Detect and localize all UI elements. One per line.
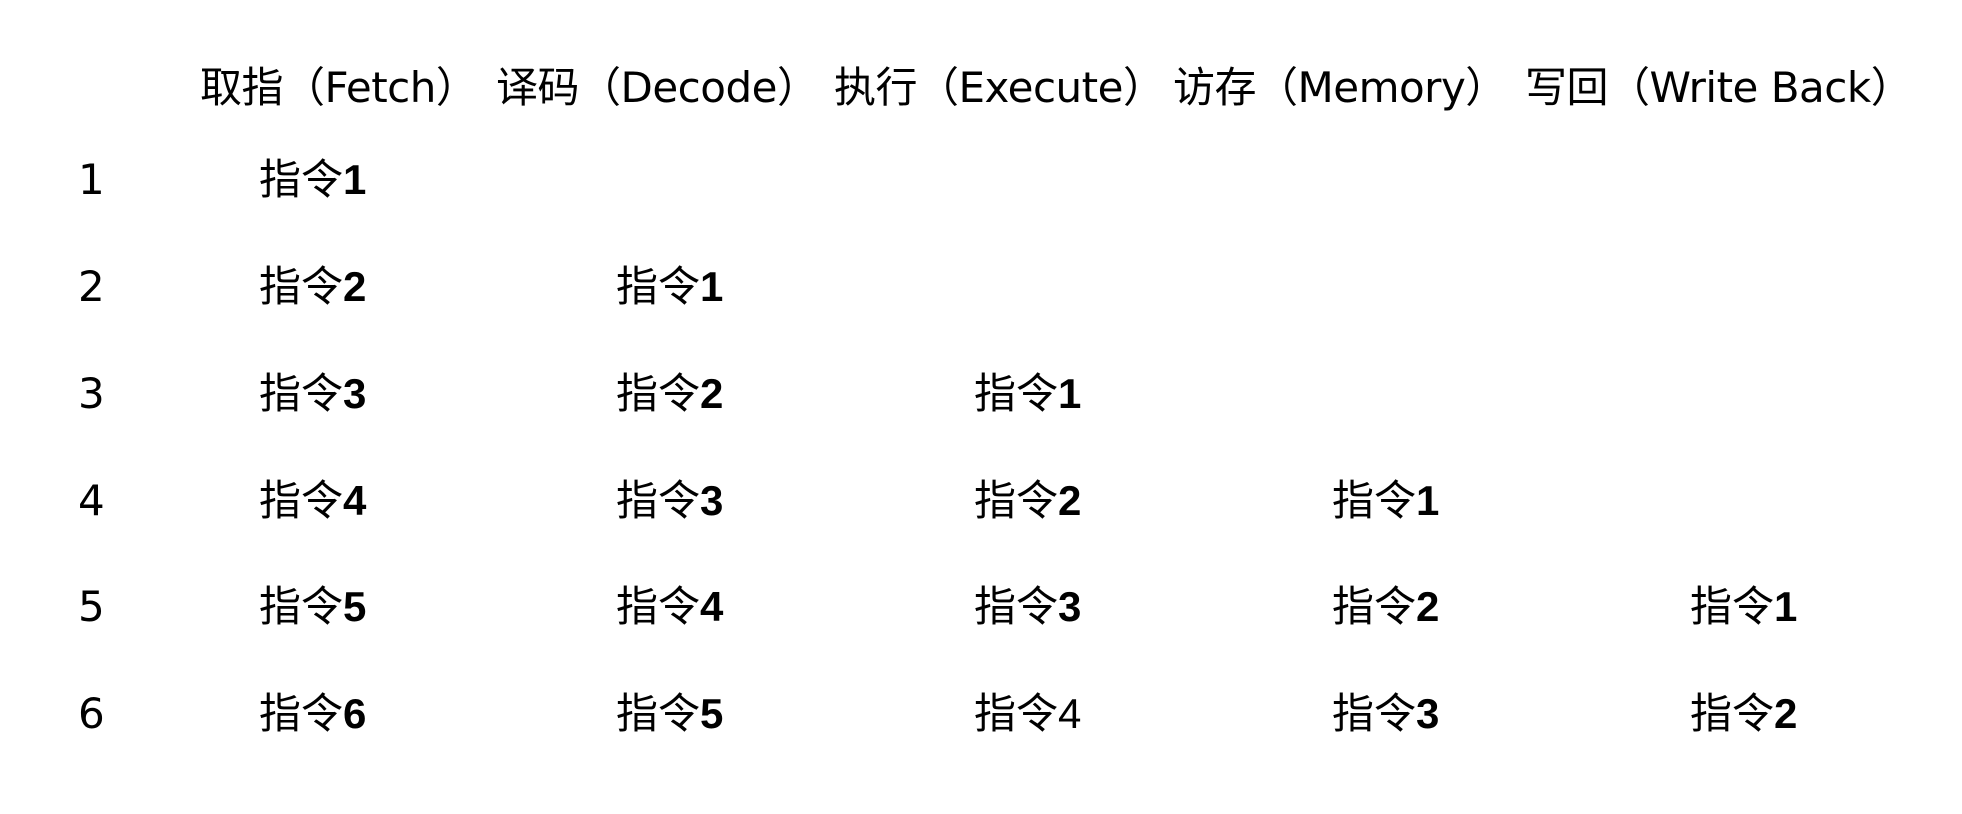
cycle-number: 3 bbox=[78, 369, 105, 418]
pipeline-cell: 指令2 bbox=[1332, 577, 1439, 637]
pipeline-cell: 指令4 bbox=[974, 684, 1081, 744]
instruction-number: 4 bbox=[700, 583, 724, 630]
instruction-number: 2 bbox=[1058, 477, 1082, 524]
instruction-number: 1 bbox=[1058, 370, 1082, 417]
instruction-number: 3 bbox=[700, 477, 724, 524]
cycle-number: 1 bbox=[78, 155, 105, 204]
instruction-prefix: 指令 bbox=[974, 476, 1059, 525]
instruction-prefix: 指令 bbox=[1332, 582, 1417, 631]
pipeline-cell: 指令4 bbox=[616, 577, 723, 637]
instruction-number: 2 bbox=[700, 370, 724, 417]
pipeline-cell: 指令2 bbox=[259, 257, 366, 317]
cycle-number: 4 bbox=[78, 476, 105, 525]
instruction-number: 1 bbox=[1774, 583, 1798, 630]
pipeline-cell: 指令5 bbox=[616, 684, 723, 744]
pipeline-cell: 指令3 bbox=[259, 364, 366, 424]
pipeline-cell: 指令4 bbox=[259, 471, 366, 531]
stage-header-memory: 访存（Memory） bbox=[1173, 63, 1507, 112]
instruction-prefix: 指令 bbox=[1690, 689, 1775, 738]
instruction-prefix: 指令 bbox=[259, 262, 344, 311]
instruction-number: 5 bbox=[343, 583, 367, 630]
instruction-prefix: 指令 bbox=[259, 582, 344, 631]
instruction-number: 1 bbox=[343, 156, 367, 203]
cycle-number: 5 bbox=[78, 582, 105, 631]
instruction-prefix: 指令 bbox=[1332, 689, 1417, 738]
stage-header-execute: 执行（Execute） bbox=[834, 63, 1165, 112]
instruction-number: 2 bbox=[1416, 583, 1440, 630]
stage-header-decode: 译码（Decode） bbox=[496, 63, 819, 112]
instruction-number: 3 bbox=[1058, 583, 1082, 630]
pipeline-cell: 指令2 bbox=[616, 364, 723, 424]
pipeline-cell: 指令1 bbox=[1690, 577, 1797, 637]
instruction-prefix: 指令 bbox=[259, 369, 344, 418]
instruction-prefix: 指令 bbox=[974, 369, 1059, 418]
pipeline-cell: 指令3 bbox=[616, 471, 723, 531]
instruction-number: 4 bbox=[1058, 690, 1082, 737]
pipeline-cell: 指令1 bbox=[259, 150, 366, 210]
pipeline-cell: 指令3 bbox=[974, 577, 1081, 637]
pipeline-diagram: 取指（Fetch） 译码（Decode） 执行（Execute） 访存（Memory）… bbox=[0, 0, 1962, 814]
instruction-prefix: 指令 bbox=[974, 582, 1059, 631]
instruction-prefix: 指令 bbox=[974, 689, 1059, 738]
instruction-prefix: 指令 bbox=[1332, 476, 1417, 525]
instruction-prefix: 指令 bbox=[259, 155, 344, 204]
instruction-number: 3 bbox=[343, 370, 367, 417]
instruction-prefix: 指令 bbox=[1690, 582, 1775, 631]
stage-header-fetch: 取指（Fetch） bbox=[200, 63, 478, 112]
cycle-number: 6 bbox=[78, 689, 105, 738]
instruction-prefix: 指令 bbox=[259, 476, 344, 525]
pipeline-cell: 指令1 bbox=[1332, 471, 1439, 531]
instruction-prefix: 指令 bbox=[616, 689, 701, 738]
instruction-number: 2 bbox=[343, 263, 367, 310]
pipeline-cell: 指令2 bbox=[1690, 684, 1797, 744]
pipeline-cell: 指令3 bbox=[1332, 684, 1439, 744]
pipeline-cell: 指令1 bbox=[974, 364, 1081, 424]
cycle-number: 2 bbox=[78, 262, 105, 311]
pipeline-cell: 指令5 bbox=[259, 577, 366, 637]
instruction-prefix: 指令 bbox=[616, 476, 701, 525]
stage-header-writeback: 写回（Write Back） bbox=[1525, 63, 1913, 112]
instruction-prefix: 指令 bbox=[616, 369, 701, 418]
instruction-prefix: 指令 bbox=[616, 262, 701, 311]
instruction-prefix: 指令 bbox=[616, 582, 701, 631]
instruction-number: 1 bbox=[700, 263, 724, 310]
instruction-number: 3 bbox=[1416, 690, 1440, 737]
instruction-number: 2 bbox=[1774, 690, 1798, 737]
instruction-number: 1 bbox=[1416, 477, 1440, 524]
pipeline-cell: 指令1 bbox=[616, 257, 723, 317]
instruction-number: 6 bbox=[343, 690, 367, 737]
instruction-prefix: 指令 bbox=[259, 689, 344, 738]
pipeline-cell: 指令6 bbox=[259, 684, 366, 744]
pipeline-cell: 指令2 bbox=[974, 471, 1081, 531]
instruction-number: 4 bbox=[343, 477, 367, 524]
instruction-number: 5 bbox=[700, 690, 724, 737]
